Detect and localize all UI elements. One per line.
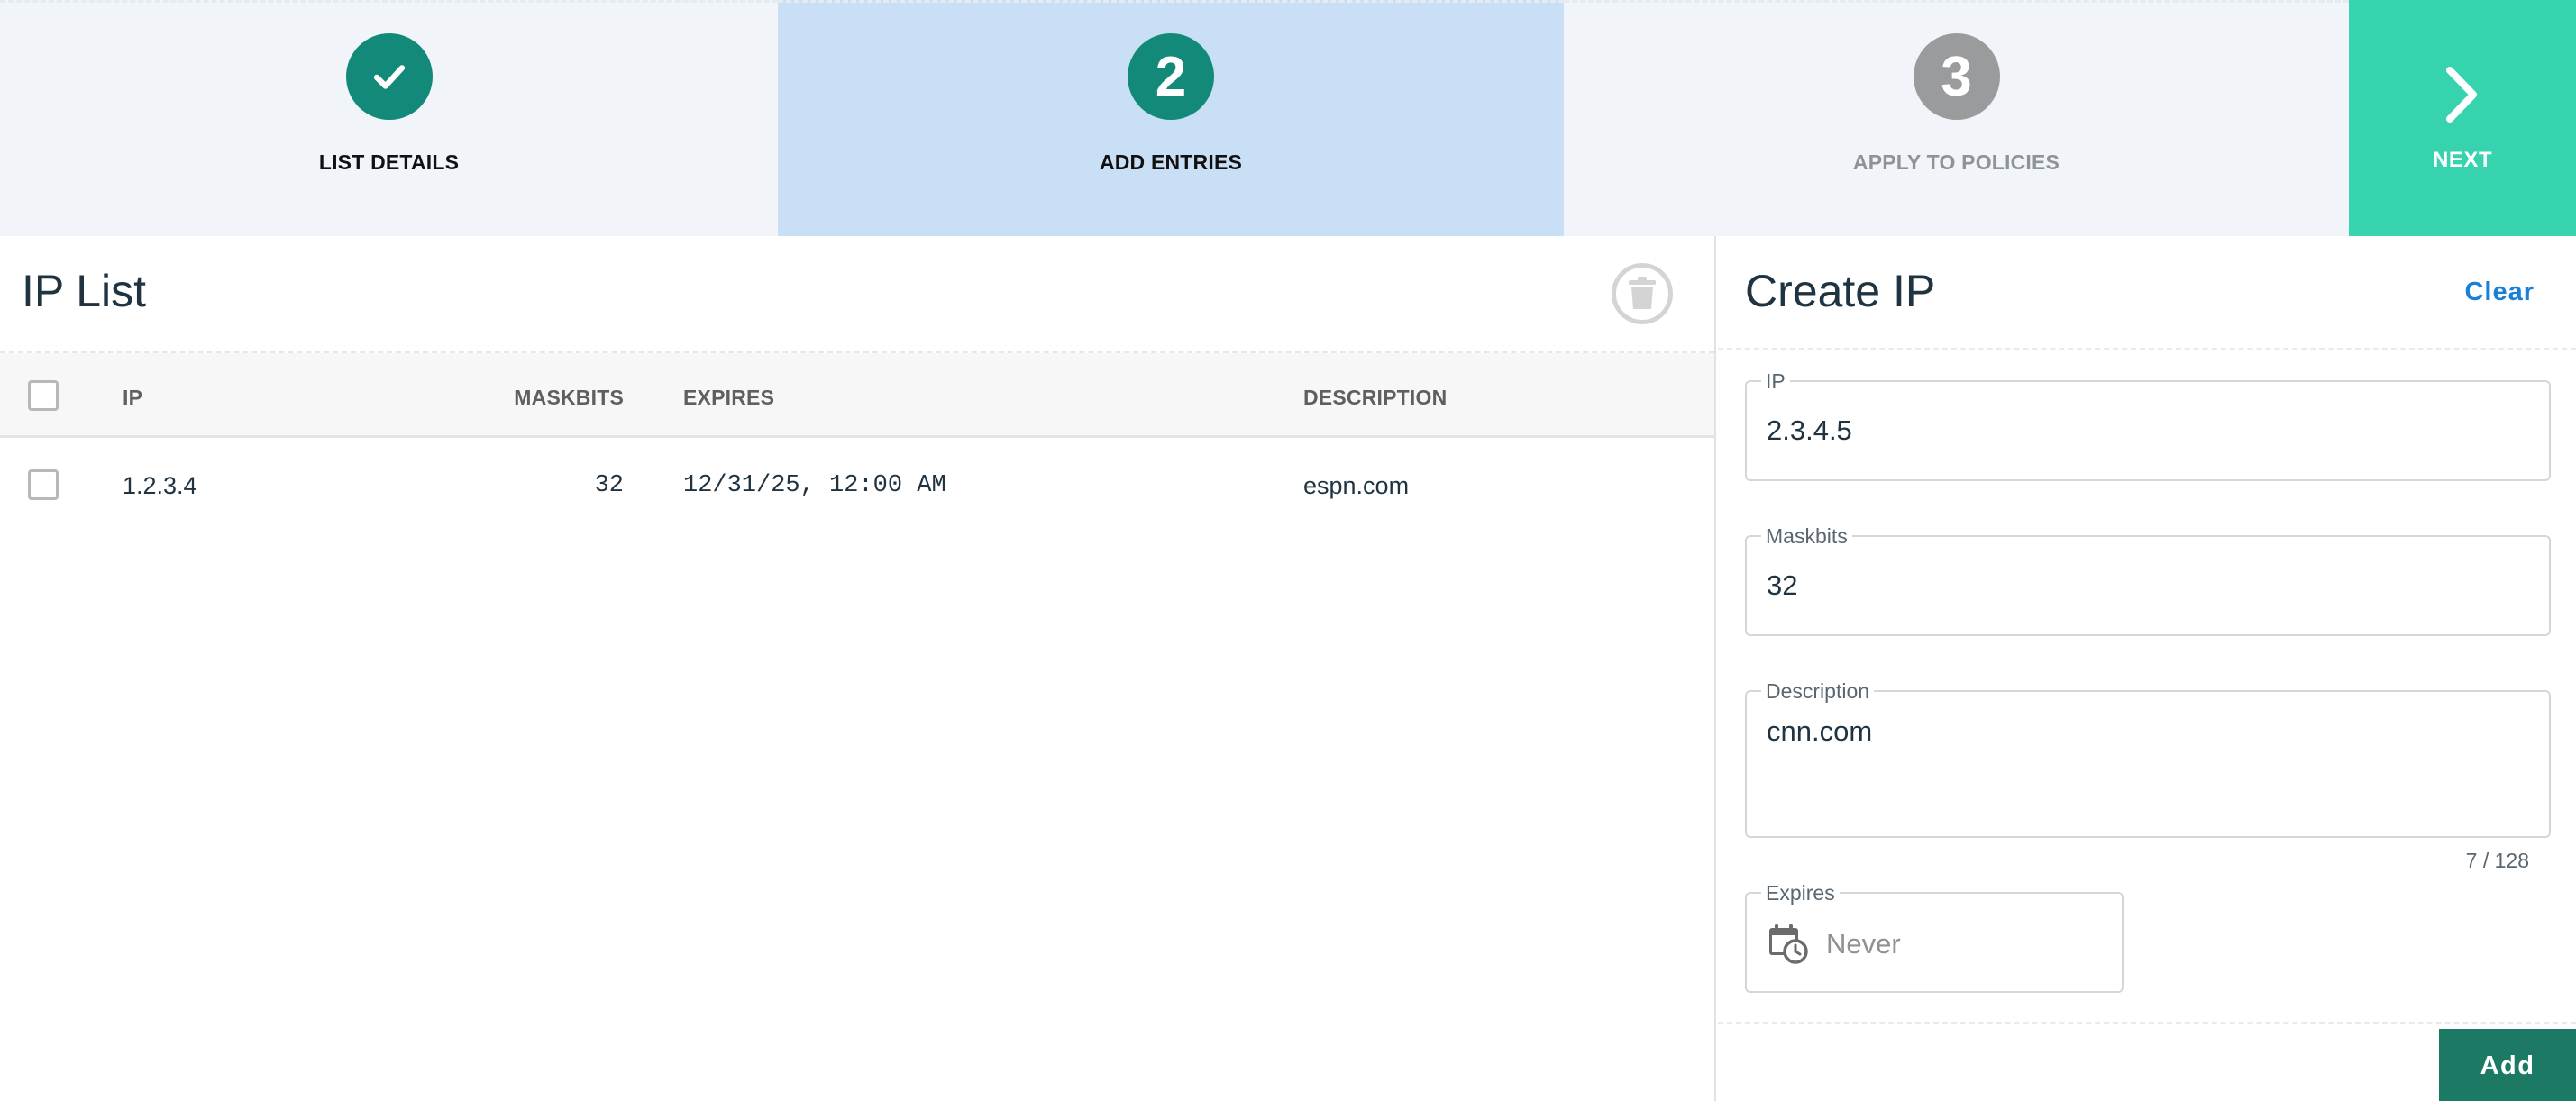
next-button[interactable]: NEXT [2349, 0, 2576, 236]
add-button[interactable]: Add [2439, 1029, 2576, 1101]
column-header-maskbits[interactable]: MASKBITS [514, 386, 624, 410]
ip-field-label: IP [1761, 369, 1790, 394]
step-3-label: APPLY TO POLICIES [1852, 150, 2060, 174]
step-3-number: 3 [1913, 33, 2000, 120]
description-char-counter: 7 / 128 [2465, 849, 2529, 872]
ip-field[interactable]: IP 2.3.4.5 [1745, 369, 2551, 481]
step-add-entries[interactable]: 2 ADD ENTRIES [778, 0, 1564, 236]
step-apply-to-policies[interactable]: 3 APPLY TO POLICIES [1564, 0, 2349, 236]
trash-icon [1629, 277, 1656, 309]
maskbits-field-value[interactable]: 32 [1767, 569, 1797, 602]
row-ip: 1.2.3.4 [123, 472, 197, 499]
ip-list-panel: IP List IP MASKBITS EXPIRES DESCRIPTION … [0, 236, 1716, 1101]
description-field[interactable]: Description cnn.com [1745, 679, 2551, 838]
check-icon [373, 65, 405, 89]
step-list-details[interactable]: LIST DETAILS [0, 0, 778, 236]
maskbits-field-label: Maskbits [1761, 524, 1852, 549]
column-header-ip[interactable]: IP [123, 386, 142, 410]
expires-field-label: Expires [1761, 881, 1840, 905]
next-button-label: NEXT [2432, 148, 2492, 172]
column-header-description[interactable]: DESCRIPTION [1303, 386, 1447, 410]
delete-selected-button[interactable] [1612, 263, 1673, 324]
row-maskbits: 32 [594, 472, 624, 499]
ip-list-header: IP List [0, 236, 1714, 353]
expires-placeholder[interactable]: Never [1826, 928, 1901, 960]
create-ip-title: Create IP [1745, 266, 1936, 316]
create-ip-panel: Create IP Clear IP 2.3.4.5 Maskbits 32 D… [1718, 236, 2576, 1101]
row-select-checkbox[interactable] [28, 469, 59, 500]
clear-button[interactable]: Clear [2464, 278, 2535, 307]
expires-field[interactable]: Expires Never [1745, 881, 2124, 993]
create-ip-header: Create IP Clear [1718, 236, 2576, 350]
wizard-stepper: LIST DETAILS 2 ADD ENTRIES 3 APPLY TO PO… [0, 0, 2576, 236]
description-field-label: Description [1761, 679, 1875, 704]
step-1-complete-badge [345, 33, 433, 120]
row-expires: 12/31/25, 12:00 AM [683, 472, 946, 499]
step-2-label: ADD ENTRIES [1099, 150, 1243, 174]
ip-field-value[interactable]: 2.3.4.5 [1767, 414, 1852, 447]
select-all-checkbox[interactable] [28, 380, 59, 411]
calendar-clock-icon[interactable] [1767, 923, 1808, 964]
column-header-expires[interactable]: EXPIRES [683, 386, 774, 410]
maskbits-field[interactable]: Maskbits 32 [1745, 524, 2551, 636]
chevron-right-icon [2446, 67, 2477, 123]
ip-list-title: IP List [22, 266, 147, 316]
ip-table-header: IP MASKBITS EXPIRES DESCRIPTION [0, 353, 1714, 438]
create-ip-footer: Add [1718, 1022, 2576, 1101]
row-description: espn.com [1303, 472, 1410, 499]
step-1-label: LIST DETAILS [318, 150, 460, 174]
step-2-number: 2 [1128, 33, 1214, 120]
table-row[interactable]: 1.2.3.4 32 12/31/25, 12:00 AM espn.com [0, 438, 1714, 533]
description-field-value[interactable]: cnn.com [1767, 715, 1872, 748]
